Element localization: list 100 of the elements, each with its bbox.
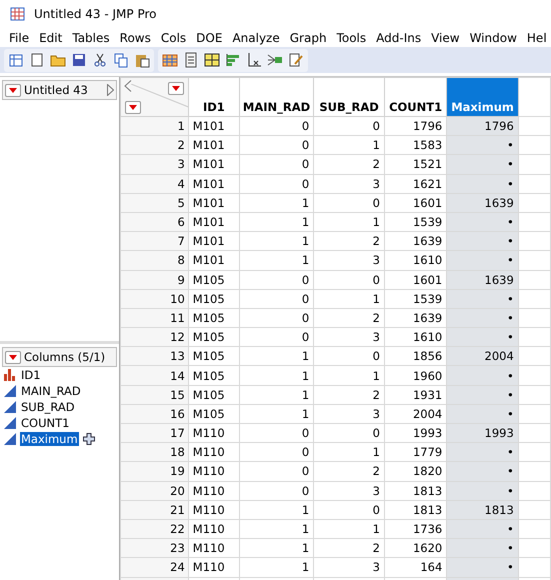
row-number[interactable]: 4	[120, 174, 188, 194]
arrows-icon[interactable]	[267, 52, 283, 68]
scissors-icon[interactable]	[92, 52, 108, 68]
app-icon	[10, 6, 26, 22]
clipboard-icon[interactable]	[134, 52, 150, 68]
menu-item[interactable]: Tables	[67, 30, 115, 44]
dropdown-icon[interactable]	[5, 84, 21, 96]
menu-item[interactable]: Edit	[34, 30, 68, 44]
table-cell: 0	[314, 193, 384, 212]
table-cell: 1	[239, 500, 314, 520]
row-number[interactable]: 9	[120, 270, 188, 290]
table-cell: M101	[188, 212, 240, 232]
table-cell: 3	[314, 404, 384, 424]
row-number[interactable]: 2	[120, 136, 188, 155]
table-cell: 1960	[384, 366, 447, 386]
row-number[interactable]: 17	[120, 424, 188, 443]
axis-icon[interactable]	[246, 52, 262, 68]
table-cell: 1	[314, 519, 384, 539]
row-number[interactable]: 24	[120, 558, 188, 577]
triangle-icon	[4, 385, 16, 397]
row-number[interactable]: 15	[120, 385, 188, 404]
table-cell: 2	[314, 308, 384, 328]
column-header[interactable]: ID1	[188, 78, 240, 116]
table-cell: •	[446, 212, 518, 232]
row-number[interactable]: 14	[120, 366, 188, 386]
table-cell: 0	[314, 424, 384, 443]
menu-item[interactable]: Tools	[332, 30, 372, 44]
table-panel-header[interactable]: Untitled 43	[2, 80, 117, 100]
dropdown-icon[interactable]	[168, 82, 184, 95]
copy-icon[interactable]	[113, 52, 129, 68]
menu-item[interactable]: Add-Ins	[371, 30, 426, 44]
table-cell: 2	[314, 462, 384, 482]
column-name[interactable]: ID1	[20, 368, 42, 382]
menu-item[interactable]: Graph	[284, 30, 332, 44]
table-icon[interactable]	[162, 52, 178, 68]
row-number[interactable]: 12	[120, 328, 188, 347]
table-cell: 1639	[384, 232, 447, 251]
menu-item[interactable]: Window	[464, 30, 522, 44]
column-header[interactable]: MAIN_RAD	[239, 78, 314, 116]
menu-item[interactable]: Cols	[156, 30, 192, 44]
menu-item[interactable]: Hel	[522, 30, 551, 44]
table-cell: 1	[239, 558, 314, 577]
columns-panel-header[interactable]: Columns (5/1)	[2, 347, 117, 367]
column-header[interactable]: SUB_RAD	[314, 78, 384, 116]
table-cell: M110	[188, 442, 240, 462]
row-number[interactable]: 7	[120, 232, 188, 251]
table-cell: 1639	[446, 270, 518, 290]
row-number[interactable]: 8	[120, 250, 188, 270]
row-number[interactable]: 10	[120, 289, 188, 308]
column-name[interactable]: SUB_RAD	[20, 400, 76, 414]
menu-item[interactable]: File	[4, 30, 34, 44]
table-cell: 1	[239, 212, 314, 232]
row-number[interactable]: 21	[120, 500, 188, 520]
table-cell: M105	[188, 404, 240, 424]
row-number[interactable]: 13	[120, 346, 188, 366]
grid-icon[interactable]	[204, 52, 220, 68]
row-number[interactable]: 18	[120, 442, 188, 462]
menu-item[interactable]: DOE	[191, 30, 228, 44]
table-cell: 1	[239, 366, 314, 386]
table-cell: 0	[314, 500, 384, 520]
column-name[interactable]: MAIN_RAD	[20, 384, 82, 398]
column-name[interactable]: COUNT1	[20, 416, 70, 430]
menu-item[interactable]: Rows	[114, 30, 156, 44]
row-number[interactable]: 23	[120, 538, 188, 558]
table-cell: 0	[314, 270, 384, 290]
document-icon[interactable]	[29, 52, 45, 68]
table-cell: M101	[188, 136, 240, 155]
dropdown-icon[interactable]	[125, 101, 141, 114]
row-number[interactable]: 19	[120, 462, 188, 482]
table-cell: •	[446, 308, 518, 328]
table-cell: 0	[239, 136, 314, 155]
row-number[interactable]: 5	[120, 193, 188, 212]
row-number[interactable]: 22	[120, 519, 188, 539]
new-table-icon[interactable]	[8, 52, 24, 68]
menu-item[interactable]: Analyze	[227, 30, 285, 44]
row-number[interactable]: 16	[120, 404, 188, 424]
table-cell: 1	[239, 250, 314, 270]
expand-icon[interactable]	[107, 84, 114, 96]
bar-chart-icon[interactable]	[225, 52, 241, 68]
row-number[interactable]: 11	[120, 308, 188, 328]
table-cell: 1	[239, 346, 314, 366]
row-number[interactable]: 3	[120, 154, 188, 174]
table-cell: •	[446, 404, 518, 424]
table-cell: 1	[239, 519, 314, 539]
dropdown-icon[interactable]	[5, 350, 21, 364]
table-cell: 1	[314, 442, 384, 462]
notepad-pencil-icon[interactable]	[288, 52, 304, 68]
column-header[interactable]: Maximum	[446, 78, 518, 116]
table-cell: •	[446, 328, 518, 347]
table-cell: 0	[239, 328, 314, 347]
table-cell: 1	[314, 289, 384, 308]
row-number[interactable]: 1	[120, 116, 188, 136]
menu-item[interactable]: View	[426, 30, 465, 44]
plus-icon	[82, 433, 95, 445]
row-number[interactable]: 6	[120, 212, 188, 232]
row-number[interactable]: 20	[120, 481, 188, 500]
column-name[interactable]: Maximum	[20, 432, 79, 446]
table-cell: 1	[239, 193, 314, 212]
column-header[interactable]: COUNT1	[384, 78, 447, 116]
table-cell: 0	[239, 308, 314, 328]
